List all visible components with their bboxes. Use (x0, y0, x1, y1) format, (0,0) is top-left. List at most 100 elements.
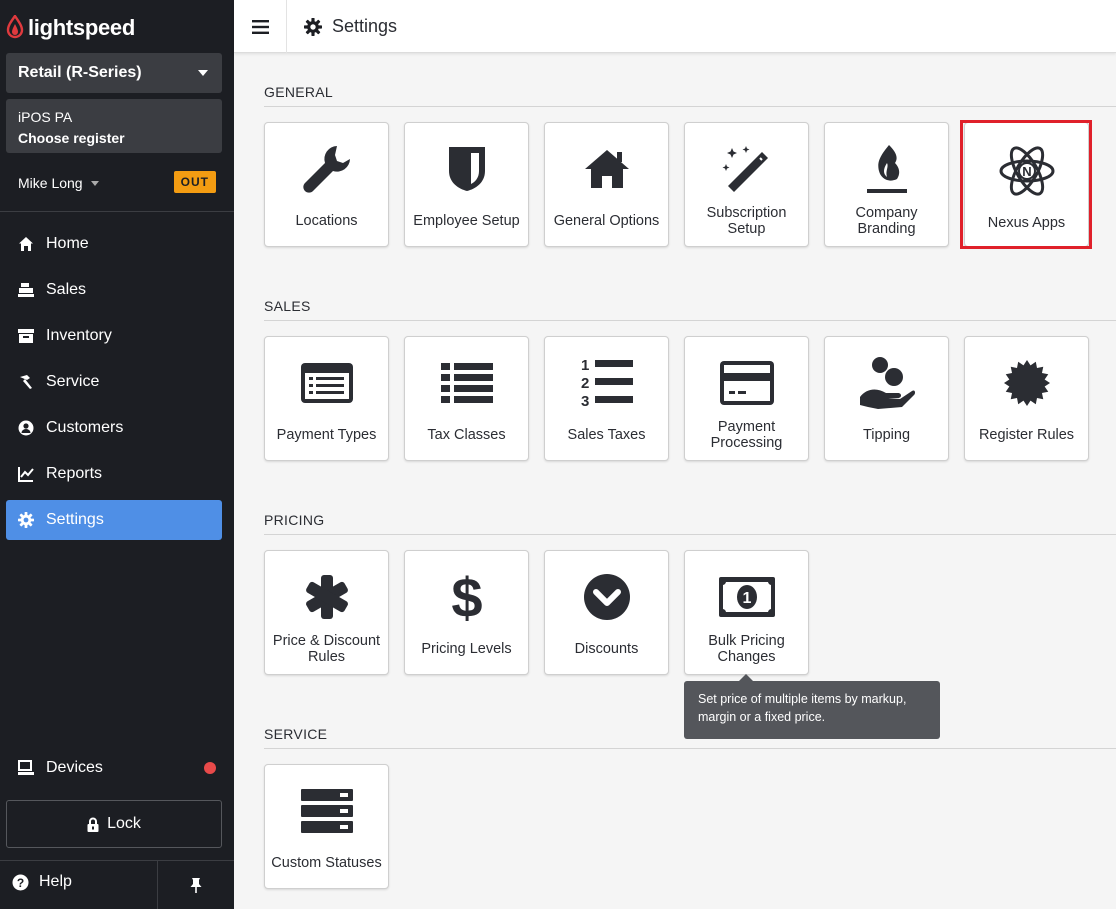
register-selector[interactable]: iPOS PA Choose register (6, 99, 222, 153)
page-title: Settings (304, 0, 397, 53)
tile-label: Bulk Pricing Changes (708, 633, 785, 665)
highlight-box (960, 120, 1092, 249)
home-icon (18, 236, 34, 252)
sidebar-item-label: Inventory (46, 327, 112, 344)
section-divider (264, 106, 1116, 107)
tile-label: Payment Processing (710, 419, 783, 451)
svg-text:3: 3 (581, 393, 589, 410)
tile-label: Locations (295, 213, 358, 229)
sidebar-item-customers[interactable]: Customers (6, 408, 222, 448)
tile-custom-statuses[interactable]: Custom Statuses (264, 764, 389, 889)
devices-label: Devices (46, 759, 103, 776)
sidebar-item-home[interactable]: Home (6, 224, 222, 264)
tile-pricing-levels[interactable]: $ Pricing Levels (404, 550, 529, 675)
sidebar: lightspeed Retail (R-Series) iPOS PA Cho… (0, 0, 234, 909)
page-title-text: Settings (332, 16, 398, 36)
tile-tax-classes[interactable]: Tax Classes (404, 336, 529, 461)
dollar-icon: $ (405, 569, 528, 625)
tile-discounts[interactable]: Discounts (544, 550, 669, 675)
tile-employee-setup[interactable]: Employee Setup (404, 122, 529, 247)
devices-alert-dot (204, 762, 216, 774)
svg-text:?: ? (17, 876, 24, 890)
section-title-general: GENERAL (264, 84, 334, 100)
store-select[interactable]: Retail (R-Series) (6, 53, 222, 93)
tile-label: Tax Classes (427, 427, 506, 443)
numbered-list-icon: 123 (545, 355, 668, 411)
asterisk-icon (265, 569, 388, 625)
shop-name: iPOS PA (18, 109, 73, 125)
hamburger-icon (251, 19, 269, 34)
sidebar-item-label: Settings (46, 511, 104, 528)
payment-list-icon (265, 355, 388, 411)
tile-general-options[interactable]: General Options (544, 122, 669, 247)
section-title-service: SERVICE (264, 726, 328, 742)
lock-icon (87, 817, 99, 832)
caret-down-icon (198, 70, 208, 76)
tile-label: Company Branding (855, 205, 918, 237)
user-name: Mike Long (18, 175, 83, 191)
sidebar-item-devices[interactable]: Devices (6, 748, 222, 788)
tile-label: Pricing Levels (421, 641, 512, 657)
section-divider (264, 534, 1116, 535)
sidebar-item-sales[interactable]: Sales (6, 270, 222, 310)
server-list-icon (265, 783, 388, 839)
clock-status-badge[interactable]: OUT (173, 171, 216, 193)
chart-icon (18, 466, 34, 482)
tile-register-rules[interactable]: Register Rules (964, 336, 1089, 461)
sidebar-item-settings[interactable]: Settings (6, 500, 222, 540)
tile-bulk-pricing-changes[interactable]: 1 Bulk Pricing Changes (684, 550, 809, 675)
list-icon (405, 355, 528, 411)
section-title-pricing: PRICING (264, 512, 325, 528)
sidebar-item-reports[interactable]: Reports (6, 454, 222, 494)
hammer-icon (18, 374, 34, 390)
svg-text:$: $ (451, 569, 482, 625)
sidebar-nav: Home Sales Inventory Service Customers R… (6, 224, 222, 546)
tile-label: Subscription Setup (706, 205, 787, 237)
tile-sales-taxes[interactable]: 123 Sales Taxes (544, 336, 669, 461)
tile-label: Price & Discount Rules (272, 633, 381, 665)
sidebar-item-label: Service (46, 373, 100, 390)
flame-brand-icon (825, 141, 948, 197)
user-menu[interactable]: Mike Long OUT (18, 170, 216, 196)
svg-text:1: 1 (742, 590, 751, 607)
tile-subscription-setup[interactable]: Subscription Setup (684, 122, 809, 247)
tile-label: Tipping (862, 427, 911, 443)
sidebar-divider (0, 211, 234, 212)
lightspeed-logo[interactable]: lightspeed (6, 13, 135, 43)
sidebar-item-service[interactable]: Service (6, 362, 222, 402)
tile-payment-processing[interactable]: Payment Processing (684, 336, 809, 461)
tile-label: Sales Taxes (567, 427, 646, 443)
gear-icon (18, 512, 34, 528)
top-header: Settings (234, 0, 1116, 53)
tile-company-branding[interactable]: Company Branding (824, 122, 949, 247)
pin-sidebar-button[interactable] (157, 861, 234, 909)
tooltip-arrow (739, 674, 753, 681)
hand-coin-icon (825, 355, 948, 411)
pin-icon (190, 878, 202, 893)
help-link[interactable]: ? Help (12, 873, 72, 891)
sidebar-item-inventory[interactable]: Inventory (6, 316, 222, 356)
tile-payment-types[interactable]: Payment Types (264, 336, 389, 461)
tile-price-discount-rules[interactable]: Price & Discount Rules (264, 550, 389, 675)
sidebar-item-label: Customers (46, 419, 124, 436)
tile-label: General Options (553, 213, 660, 229)
sidebar-item-label: Home (46, 235, 89, 252)
gear-icon (304, 17, 322, 36)
tile-label: Employee Setup (413, 213, 520, 229)
question-circle-icon: ? (12, 874, 29, 890)
caret-down-icon (90, 180, 99, 186)
chevron-circle-down-icon (545, 569, 668, 625)
section-divider (264, 748, 1116, 749)
tile-label: Discounts (574, 641, 639, 657)
store-select-label: Retail (R-Series) (18, 64, 142, 81)
sidebar-item-label: Reports (46, 465, 103, 482)
lock-button[interactable]: Lock (6, 800, 222, 848)
svg-text:1: 1 (581, 357, 589, 374)
section-title-sales: SALES (264, 298, 311, 314)
menu-toggle-button[interactable] (234, 0, 287, 53)
tile-tipping[interactable]: Tipping (824, 336, 949, 461)
sidebar-item-label: Sales (46, 281, 87, 298)
flame-logo-icon (6, 15, 24, 39)
tile-label: Payment Types (276, 427, 377, 443)
tile-locations[interactable]: Locations (264, 122, 389, 247)
